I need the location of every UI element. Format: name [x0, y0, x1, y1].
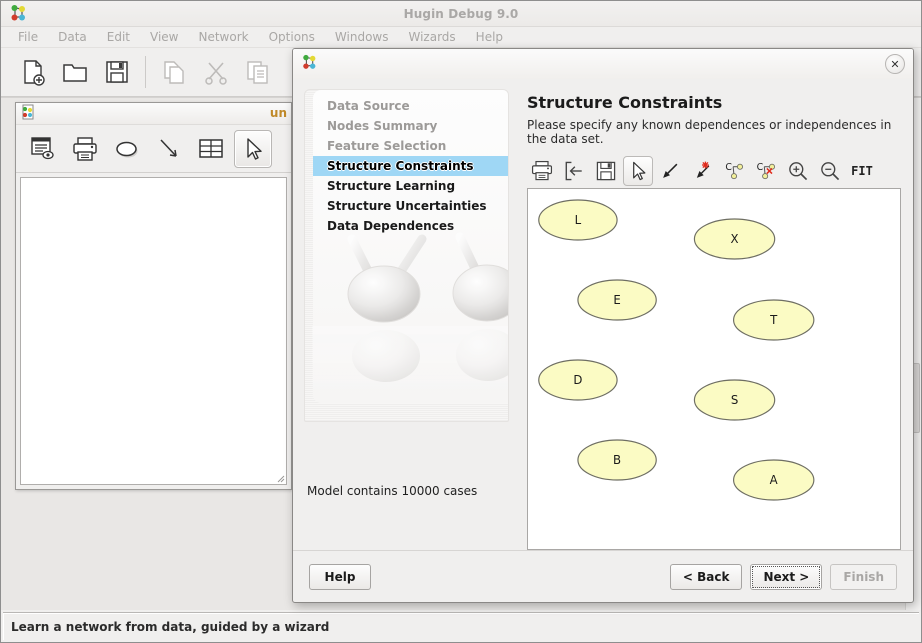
export-image-icon[interactable]	[559, 156, 589, 186]
menu-wizards[interactable]: Wizards	[399, 28, 464, 46]
wizard-step-list: Data Source Nodes Summary Feature Select…	[313, 96, 508, 236]
node-label: L	[575, 213, 582, 227]
next-button[interactable]: Next >	[750, 563, 823, 590]
wizard-step-structure-uncertainties[interactable]: Structure Uncertainties	[313, 196, 508, 216]
ellipse-node-icon[interactable]	[108, 130, 146, 168]
table-icon[interactable]	[192, 130, 230, 168]
graph-node[interactable]: S	[693, 379, 776, 421]
wizard-step-feature-selection[interactable]: Feature Selection	[313, 136, 508, 156]
copy-icon	[154, 52, 194, 92]
open-folder-icon[interactable]	[55, 52, 95, 92]
wizard-step-data-dependences[interactable]: Data Dependences	[313, 216, 508, 236]
menu-file[interactable]: File	[9, 28, 47, 46]
add-dependence-icon[interactable]: C	[719, 156, 749, 186]
graph-node[interactable]: L	[538, 199, 618, 241]
graph-toolbar: C C FIT	[527, 154, 901, 188]
document-toolbar	[16, 125, 291, 173]
menu-edit[interactable]: Edit	[98, 28, 139, 46]
statusbar: Learn a network from data, guided by a w…	[3, 612, 919, 640]
menu-windows[interactable]: Windows	[326, 28, 398, 46]
wizard-step-structure-learning[interactable]: Structure Learning	[313, 176, 508, 196]
document-title: un	[269, 106, 287, 120]
menu-options[interactable]: Options	[260, 28, 324, 46]
document-window: un	[15, 102, 292, 490]
node-label: T	[769, 313, 778, 327]
wizard-main-pane: Structure Constraints Please specify any…	[509, 79, 913, 550]
save-floppy-icon[interactable]	[97, 52, 137, 92]
wizard-step-structure-constraints[interactable]: Structure Constraints	[313, 156, 508, 176]
wizard-steps-sidebar: Data Source Nodes Summary Feature Select…	[304, 89, 509, 422]
paste-clipboard-icon	[238, 52, 278, 92]
graph-node[interactable]: E	[577, 279, 657, 321]
menu-network[interactable]: Network	[189, 28, 257, 46]
document-network-icon	[20, 104, 36, 123]
model-cases-status: Model contains 10000 cases	[307, 484, 478, 498]
node-label: B	[613, 453, 621, 467]
toolbar-separator	[145, 56, 146, 88]
zoom-in-icon[interactable]	[783, 156, 813, 186]
print-icon[interactable]	[66, 130, 104, 168]
new-document-icon[interactable]	[13, 52, 53, 92]
wizard-step-data-source[interactable]: Data Source	[313, 96, 508, 116]
wizard-footer: Help < Back Next > Finish	[293, 550, 913, 602]
graph-node[interactable]: A	[732, 459, 815, 501]
node-label: D	[573, 373, 582, 387]
statusbar-text: Learn a network from data, guided by a w…	[11, 619, 330, 634]
close-icon[interactable]: ✕	[885, 54, 905, 74]
zoom-out-icon[interactable]	[815, 156, 845, 186]
document-titlebar: un	[16, 103, 291, 125]
link-arrow-icon[interactable]	[150, 130, 188, 168]
hugin-network-icon	[301, 54, 319, 72]
graph-node[interactable]: D	[538, 359, 618, 401]
add-constraint-arrow-icon[interactable]	[655, 156, 685, 186]
pointer-select-icon[interactable]	[234, 129, 272, 168]
constraints-graph-canvas[interactable]: L X E T D S B A	[527, 188, 901, 550]
remove-dependence-icon[interactable]: C	[751, 156, 781, 186]
delete-constraint-arrow-icon[interactable]	[687, 156, 717, 186]
page-title: Structure Constraints	[527, 93, 723, 112]
page-description: Please specify any known dependences or …	[527, 118, 892, 146]
node-label: A	[770, 473, 779, 487]
graph-node[interactable]: B	[577, 439, 657, 481]
graph-svg: L X E T D S B A	[538, 199, 815, 501]
graph-node[interactable]: X	[693, 218, 776, 260]
network-watermark-icon	[312, 232, 508, 421]
node-label: X	[731, 232, 739, 246]
wizard-step-nodes-summary[interactable]: Nodes Summary	[313, 116, 508, 136]
learning-wizard-dialog: ✕ Data Source Nodes Summary Feature Sele…	[292, 48, 914, 603]
help-button[interactable]: Help	[309, 563, 371, 590]
print-icon[interactable]	[527, 156, 557, 186]
svg-text:C: C	[757, 162, 764, 173]
fit-zoom-button[interactable]: FIT	[847, 156, 877, 186]
wizard-body: Data Source Nodes Summary Feature Select…	[293, 79, 913, 550]
document-canvas[interactable]	[20, 177, 287, 485]
pointer-select-icon[interactable]	[623, 156, 653, 186]
node-label: S	[731, 393, 738, 407]
document-properties-icon[interactable]	[24, 130, 62, 168]
menu-view[interactable]: View	[141, 28, 187, 46]
finish-button: Finish	[830, 563, 897, 590]
menu-data[interactable]: Data	[49, 28, 96, 46]
menu-help[interactable]: Help	[467, 28, 512, 46]
graph-node[interactable]: T	[732, 299, 815, 341]
hugin-network-icon	[9, 4, 29, 24]
node-label: E	[613, 293, 620, 307]
save-floppy-icon[interactable]	[591, 156, 621, 186]
wizard-titlebar: ✕	[293, 49, 913, 79]
svg-text:C: C	[725, 162, 732, 173]
menubar: File Data Edit View Network Options Wind…	[1, 27, 921, 47]
resize-grip-icon[interactable]	[275, 473, 285, 483]
back-button[interactable]: < Back	[669, 563, 743, 590]
cut-scissors-icon	[196, 52, 236, 92]
main-titlebar: Hugin Debug 9.0	[1, 1, 921, 27]
main-window-title: Hugin Debug 9.0	[403, 6, 519, 21]
